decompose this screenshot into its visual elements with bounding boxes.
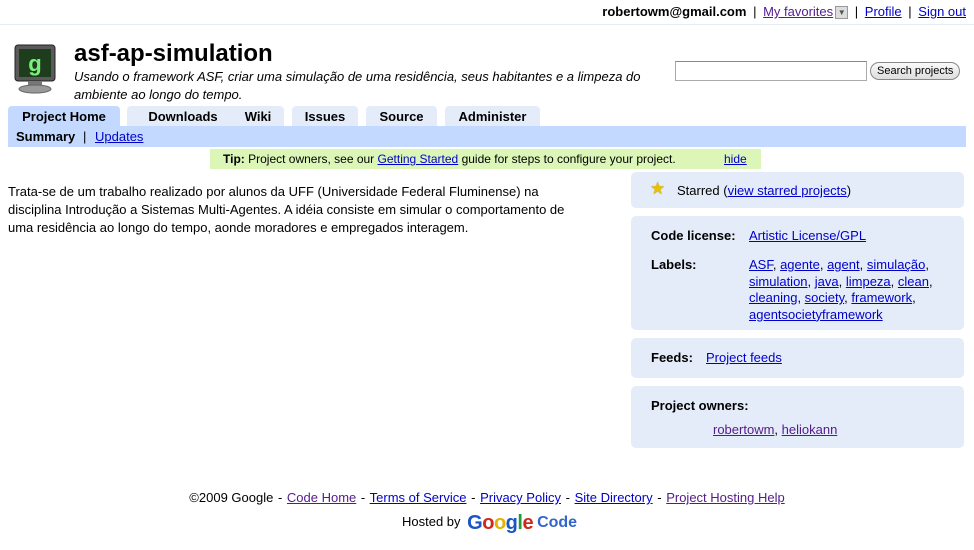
- separator: |: [83, 129, 87, 144]
- project-description: Trata-se de um trabalho realizado por al…: [8, 184, 565, 235]
- code-license-label: Code license:: [651, 228, 736, 243]
- tab-source[interactable]: Source: [366, 106, 437, 126]
- svg-text:g: g: [28, 51, 41, 76]
- terms-of-service-link[interactable]: Terms of Service: [370, 490, 467, 505]
- project-owners-label: Project owners:: [651, 398, 749, 413]
- favorites-dropdown-icon[interactable]: ▼: [835, 6, 849, 20]
- owner-link[interactable]: heliokann: [782, 422, 838, 437]
- profile-link[interactable]: Profile: [865, 4, 902, 19]
- tip-banner: Tip: Project owners, see our Getting Sta…: [210, 149, 761, 169]
- labels-label: Labels:: [651, 257, 697, 272]
- owner-link[interactable]: robertowm: [713, 422, 774, 437]
- hosted-by: Hosted by Google Code: [402, 512, 577, 535]
- starred-box: ★ Starred (view starred projects): [631, 172, 964, 208]
- tab-issues[interactable]: Issues: [292, 106, 358, 126]
- separator: |: [753, 4, 757, 19]
- owners-list: robertowm, heliokann: [713, 422, 838, 437]
- tab-administer[interactable]: Administer: [445, 106, 540, 126]
- separator: -: [360, 490, 366, 505]
- copyright: ©2009 Google: [189, 490, 274, 505]
- label-link[interactable]: clean: [898, 274, 929, 289]
- label-link[interactable]: simulation: [749, 274, 808, 289]
- starred-close: ): [846, 183, 852, 198]
- tip-text-after: guide for steps to configure your projec…: [458, 152, 676, 166]
- separator: |: [908, 4, 912, 19]
- separator: -: [471, 490, 476, 505]
- google-code-logo[interactable]: Google: [467, 512, 533, 535]
- project-summary: Usando o framework ASF, criar uma simula…: [74, 69, 641, 102]
- label-link[interactable]: ASF: [749, 257, 773, 272]
- label-link[interactable]: framework: [851, 290, 912, 305]
- search-input[interactable]: [675, 61, 867, 81]
- search-projects-button[interactable]: Search projects: [870, 62, 961, 80]
- tip-text: Project owners, see our: [244, 152, 378, 166]
- hosted-by-text: Hosted by: [402, 514, 461, 529]
- google-logo-letter: o: [482, 512, 494, 534]
- user-email: robertowm@gmail.com: [602, 4, 747, 19]
- view-starred-projects-link[interactable]: view starred projects: [728, 183, 847, 198]
- starred-status: Starred (view starred projects): [677, 183, 851, 198]
- user-bar: robertowm@gmail.com | My favorites ▼ | Pr…: [602, 4, 966, 20]
- label-link[interactable]: agentsocietyframework: [749, 307, 883, 322]
- project-hosting-help-link[interactable]: Project Hosting Help: [666, 490, 785, 505]
- code-home-link[interactable]: Code Home: [287, 490, 356, 505]
- google-logo-letter: G: [467, 512, 483, 534]
- tip-prefix: Tip:: [223, 152, 245, 166]
- footer: ©2009 Google - Code Home - Terms of Serv…: [0, 490, 974, 505]
- privacy-policy-link[interactable]: Privacy Policy: [480, 490, 561, 505]
- separator: -: [565, 490, 570, 505]
- project-info-box: Code license: Artistic License/GPL Label…: [631, 216, 964, 330]
- project-owners-box: Project owners: robertowm, heliokann: [631, 386, 964, 448]
- separator: -: [277, 490, 283, 505]
- tab-project-home[interactable]: Project Home: [8, 106, 120, 126]
- labels-list: ASF, agente, agent, simulação, simulatio…: [749, 257, 933, 322]
- label-link[interactable]: agent: [827, 257, 860, 272]
- label-link[interactable]: simulação: [867, 257, 926, 272]
- license-link[interactable]: Artistic License/GPL: [749, 228, 866, 243]
- feeds-box: Feeds: Project feeds: [631, 338, 964, 378]
- top-divider: [0, 24, 974, 25]
- sign-out-link[interactable]: Sign out: [918, 4, 966, 19]
- subnav-updates-link[interactable]: Updates: [95, 129, 143, 144]
- label-link[interactable]: agente: [780, 257, 820, 272]
- label-link[interactable]: java: [815, 274, 839, 289]
- site-directory-link[interactable]: Site Directory: [575, 490, 653, 505]
- google-logo-letter: o: [493, 512, 506, 534]
- project-logo-icon: g: [14, 44, 56, 94]
- getting-started-link[interactable]: Getting Started: [378, 152, 459, 166]
- tab-wiki[interactable]: Wiki: [232, 106, 284, 126]
- google-code-logo-code: Code: [537, 514, 578, 531]
- sub-navigation: Summary | Updates: [8, 126, 966, 147]
- star-icon[interactable]: ★: [650, 180, 665, 198]
- subnav-summary[interactable]: Summary: [16, 129, 75, 144]
- separator: |: [854, 4, 859, 19]
- feeds-label: Feeds:: [651, 350, 693, 365]
- starred-label: Starred (: [677, 183, 728, 198]
- hide-tip-link[interactable]: hide: [724, 149, 747, 169]
- google-logo-letter: g: [505, 512, 518, 534]
- my-favorites-link[interactable]: My favorites: [763, 4, 833, 19]
- label-link[interactable]: cleaning: [749, 290, 797, 305]
- separator: -: [657, 490, 662, 505]
- label-link[interactable]: society: [805, 290, 845, 305]
- google-logo-letter: e: [522, 512, 534, 534]
- tab-downloads[interactable]: Downloads: [127, 106, 239, 126]
- label-link[interactable]: limpeza: [846, 274, 891, 289]
- project-feeds-link[interactable]: Project feeds: [706, 350, 782, 365]
- project-name: asf-ap-simulation: [74, 40, 273, 67]
